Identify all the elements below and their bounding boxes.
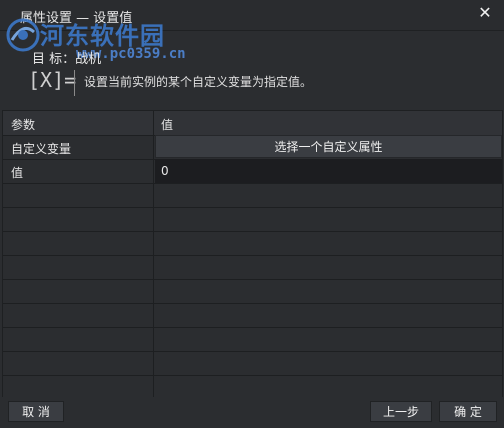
header-param: 参数 — [3, 111, 154, 135]
value-text: 0 — [161, 164, 169, 178]
divider — [74, 70, 75, 96]
param-name: 自定义变量 — [11, 142, 72, 156]
empty-cell — [3, 303, 154, 327]
empty-cell — [3, 279, 154, 303]
value-input[interactable]: 0 — [155, 159, 502, 183]
table-row: 自定义变量 选择一个自定义属性 — [3, 135, 502, 160]
empty-cell — [3, 231, 154, 255]
title-bar: 属性设置 — 设置值 ✕ — [0, 0, 504, 31]
empty-row — [3, 303, 502, 328]
empty-cell — [3, 351, 154, 375]
set-variable-icon: [X]= — [28, 68, 77, 92]
action-description: 设置当前实例的某个自定义变量为指定值。 — [84, 75, 313, 89]
header-param-label: 参数 — [11, 118, 36, 132]
empty-row — [3, 255, 502, 280]
param-cell: 值 — [3, 159, 154, 183]
action-description-row: [X]= 设置当前实例的某个自定义变量为指定值。 — [10, 64, 494, 100]
ok-button[interactable]: 确 定 — [439, 401, 497, 422]
empty-cell — [3, 207, 154, 231]
empty-row — [3, 183, 502, 208]
dialog-title: 属性设置 — 设置值 — [20, 11, 133, 26]
empty-cell — [3, 255, 154, 279]
parameter-grid: 参数 值 自定义变量 选择一个自定义属性 值 0 — [2, 110, 503, 399]
cancel-button[interactable]: 取 消 — [8, 401, 64, 422]
empty-row — [3, 351, 502, 376]
previous-step-button[interactable]: 上一步 — [370, 401, 432, 422]
grid-header-row: 参数 值 — [3, 111, 502, 136]
table-row: 值 0 — [3, 159, 502, 184]
header-value-label: 值 — [161, 118, 174, 132]
empty-row — [3, 279, 502, 304]
close-icon[interactable]: ✕ — [476, 3, 494, 22]
param-name: 值 — [11, 166, 24, 180]
select-custom-property-button[interactable]: 选择一个自定义属性 — [155, 135, 502, 158]
property-settings-dialog: 属性设置 — 设置值 ✕ 河东软件园 www.pc0359.cn 目 标：战机 … — [0, 0, 504, 428]
empty-row — [3, 231, 502, 256]
dialog-footer: 取 消 上一步 确 定 — [0, 397, 504, 428]
param-cell: 自定义变量 — [3, 135, 154, 159]
empty-cell — [3, 375, 154, 397]
empty-cell — [3, 327, 154, 351]
empty-row — [3, 327, 502, 352]
empty-cell — [3, 183, 154, 207]
empty-row — [3, 207, 502, 232]
empty-row — [3, 375, 502, 397]
